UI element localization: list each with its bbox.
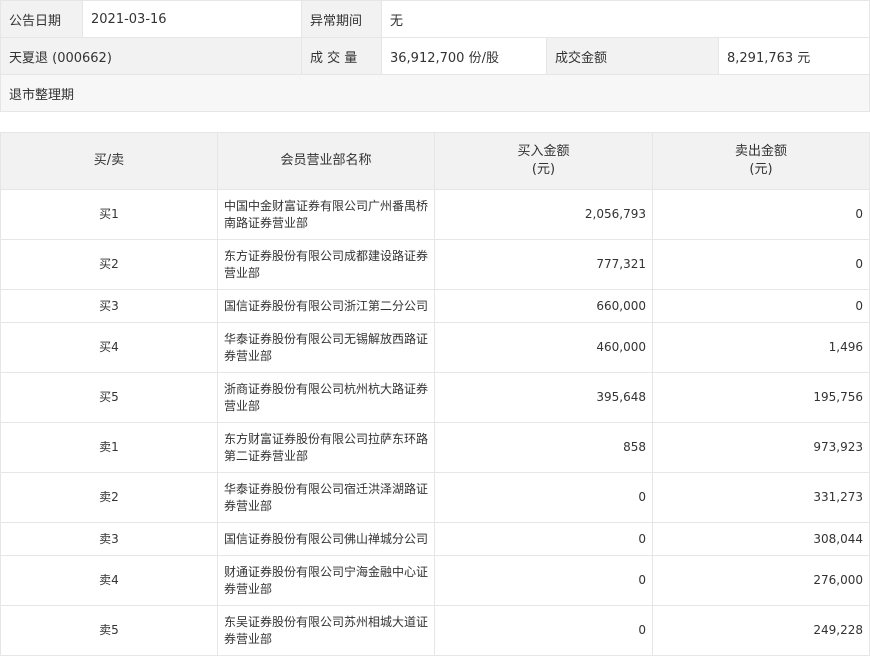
side-cell: 买5 — [0, 372, 218, 423]
buy-amount-cell: 777,321 — [434, 239, 653, 290]
listing-reason: 退市整理期 — [0, 74, 870, 112]
trade-table-body: 买1 中国中金财富证券有限公司广州番禺桥南路证券营业部 2,056,793 0 买2 东方… — [0, 189, 870, 656]
branch-name-cell: 东方证券股份有限公司成都建设路证券营业部 — [217, 239, 435, 290]
table-row: 买2 东方证券股份有限公司成都建设路证券营业部 777,321 0 — [0, 239, 870, 290]
side-cell: 卖3 — [0, 522, 218, 556]
buy-amount-header-unit: (元) — [531, 162, 556, 177]
announcement-info-table: 公告日期 2021-03-16 异常期间 无 天夏退 (000662) 成 交 … — [0, 0, 870, 112]
sell-amount-cell: 0 — [652, 239, 870, 290]
sell-amount-cell: 331,273 — [652, 472, 870, 523]
table-row: 买5 浙商证券股份有限公司杭州杭大路证券营业部 395,648 195,756 — [0, 372, 870, 423]
branch-name-cell: 东方财富证券股份有限公司拉萨东环路第二证券营业部 — [217, 422, 435, 473]
sell-amount-cell: 249,228 — [652, 605, 870, 656]
sell-amount-cell: 276,000 — [652, 555, 870, 606]
amount-value: 8,291,763 元 — [717, 37, 870, 75]
buy-amount-cell: 660,000 — [434, 289, 653, 323]
sell-amount-header-line1: 卖出金额 — [734, 144, 787, 159]
sell-amount-cell: 308,044 — [652, 522, 870, 556]
info-row-date: 公告日期 2021-03-16 异常期间 无 — [0, 0, 870, 38]
sell-amount-header-unit: (元) — [749, 162, 773, 177]
sell-amount-cell: 195,756 — [652, 372, 870, 423]
table-row: 卖4 财通证券股份有限公司宁海金融中心证券营业部 0 276,000 — [0, 555, 870, 606]
side-cell: 买3 — [0, 289, 218, 323]
branch-name-cell: 国信证券股份有限公司浙江第二分公司 — [217, 289, 435, 323]
side-cell: 卖2 — [0, 472, 218, 523]
branch-name-cell: 浙商证券股份有限公司杭州杭大路证券营业部 — [217, 372, 435, 423]
stock-name: 天夏退 (000662) — [0, 37, 302, 75]
info-row-volume: 天夏退 (000662) 成 交 量 36,912,700 份/股 成交金额 8… — [0, 37, 870, 75]
announce-date-label: 公告日期 — [0, 0, 83, 38]
side-header: 买/卖 — [0, 132, 218, 190]
abnormal-period-value: 无 — [380, 0, 870, 38]
branch-name-cell: 中国中金财富证券有限公司广州番禺桥南路证券营业部 — [217, 189, 435, 240]
volume-value: 36,912,700 份/股 — [381, 37, 547, 75]
table-row: 卖3 国信证券股份有限公司佛山禅城分公司 0 308,044 — [0, 522, 870, 556]
side-cell: 买4 — [0, 322, 218, 373]
branch-name-cell: 财通证券股份有限公司宁海金融中心证券营业部 — [217, 555, 435, 606]
buy-amount-header-line1: 买入金额 — [517, 144, 570, 159]
announce-date-value: 2021-03-16 — [82, 0, 302, 38]
sell-amount-cell: 1,496 — [652, 322, 870, 373]
volume-label: 成 交 量 — [301, 37, 382, 75]
branch-name-cell: 东吴证券股份有限公司苏州相城大道证券营业部 — [217, 605, 435, 656]
side-cell: 卖4 — [0, 555, 218, 606]
table-row: 买1 中国中金财富证券有限公司广州番禺桥南路证券营业部 2,056,793 0 — [0, 189, 870, 240]
table-row: 卖1 东方财富证券股份有限公司拉萨东环路第二证券营业部 858 973,923 — [0, 422, 870, 473]
broker-trade-table: 买/卖 会员营业部名称 买入金额 (元) 卖出金额 (元) 买1 中国中金财富证券… — [0, 132, 870, 656]
buy-amount-cell: 0 — [434, 605, 653, 656]
table-row: 卖5 东吴证券股份有限公司苏州相城大道证券营业部 0 249,228 — [0, 605, 870, 656]
buy-amount-cell: 395,648 — [434, 372, 653, 423]
buy-amount-cell: 2,056,793 — [434, 189, 653, 240]
side-cell: 买1 — [0, 189, 218, 240]
buy-amount-cell: 0 — [434, 555, 653, 606]
trade-table-header: 买/卖 会员营业部名称 买入金额 (元) 卖出金额 (元) — [0, 132, 870, 190]
abnormal-period-label: 异常期间 — [301, 0, 382, 38]
info-row-reason: 退市整理期 — [0, 74, 870, 112]
table-row: 买3 国信证券股份有限公司浙江第二分公司 660,000 0 — [0, 289, 870, 323]
table-row: 卖2 华泰证券股份有限公司宿迁洪泽湖路证券营业部 0 331,273 — [0, 472, 870, 523]
side-cell: 卖1 — [0, 422, 218, 473]
side-cell: 买2 — [0, 239, 218, 290]
buy-amount-cell: 460,000 — [434, 322, 653, 373]
buy-amount-cell: 0 — [434, 522, 653, 556]
sell-amount-header: 卖出金额 (元) — [652, 132, 870, 190]
table-row: 买4 华泰证券股份有限公司无锡解放西路证券营业部 460,000 1,496 — [0, 322, 870, 373]
branch-header: 会员营业部名称 — [217, 132, 435, 190]
sell-amount-cell: 0 — [652, 189, 870, 240]
amount-label: 成交金额 — [546, 37, 719, 75]
branch-name-cell: 国信证券股份有限公司佛山禅城分公司 — [217, 522, 435, 556]
sell-amount-cell: 0 — [652, 289, 870, 323]
buy-amount-cell: 858 — [434, 422, 653, 473]
sell-amount-cell: 973,923 — [652, 422, 870, 473]
buy-amount-cell: 0 — [434, 472, 653, 523]
branch-name-cell: 华泰证券股份有限公司宿迁洪泽湖路证券营业部 — [217, 472, 435, 523]
buy-amount-header: 买入金额 (元) — [434, 132, 653, 190]
side-cell: 卖5 — [0, 605, 218, 656]
branch-name-cell: 华泰证券股份有限公司无锡解放西路证券营业部 — [217, 322, 435, 373]
